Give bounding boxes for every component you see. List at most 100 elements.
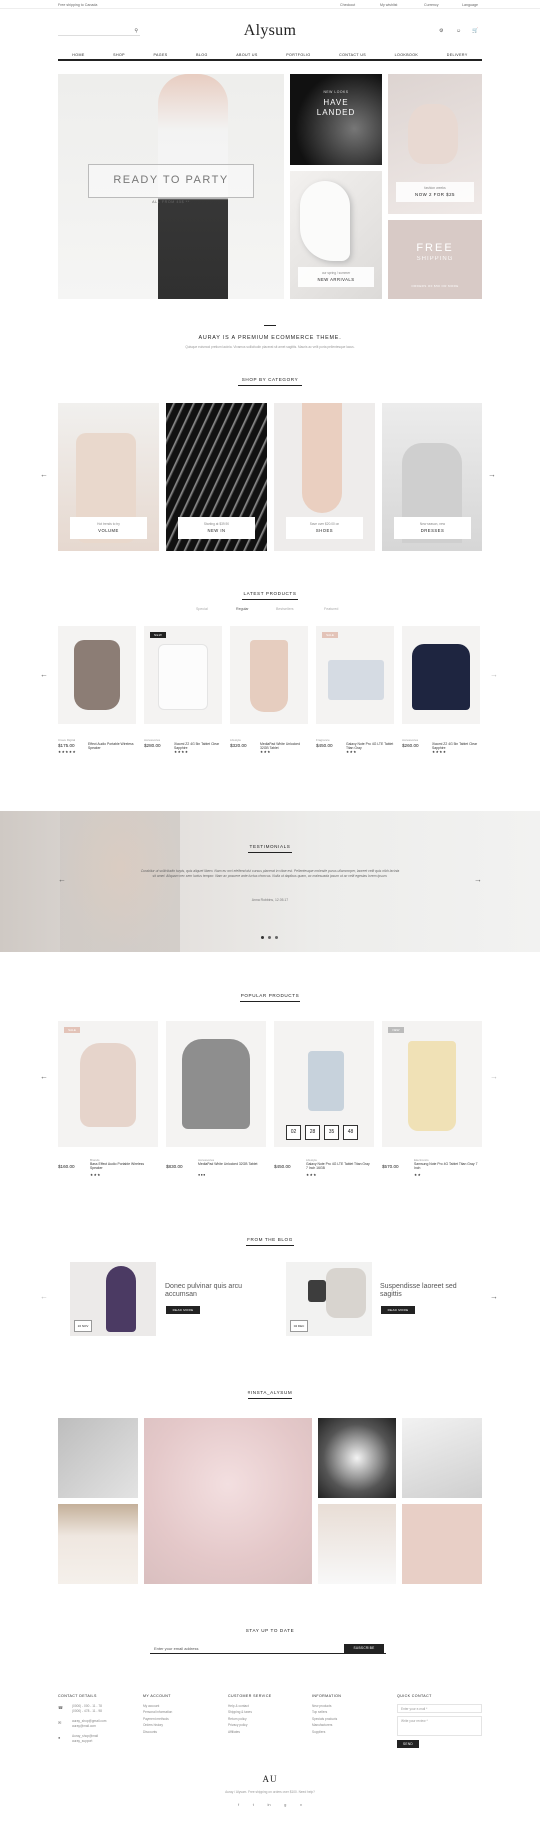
blog-section-title: FROM THE BLOG [247,1237,293,1242]
latest-next-arrow[interactable]: → [490,670,498,679]
tab-bestsellers[interactable]: Bestsellers [276,607,294,611]
shoe-image [300,181,350,261]
category-card-volume[interactable]: Hot trends to try VOLUME [58,403,159,551]
footer-logo[interactable]: AU [230,1774,310,1784]
product-name[interactable]: Bass Effect Audio Portable Wireless Spea… [90,1162,156,1170]
product-image[interactable] [316,626,394,724]
nav-lookbook[interactable]: LOOKBOOK [395,53,419,57]
category-card-new-in[interactable]: Starting at $39.90 NEW IN [166,403,267,551]
nav-delivery[interactable]: DELIVERY [447,53,468,57]
category-card-shoes[interactable]: Save over $20.00 on SHOES [274,403,375,551]
nav-blog[interactable]: BLOG [196,53,208,57]
popular-prev-arrow[interactable]: ← [40,1072,48,1081]
product-price: $280.00 [144,743,161,748]
testimonial-next-arrow[interactable]: → [474,875,482,884]
product-category: Accessories [144,738,161,742]
tab-special[interactable]: Special [196,607,208,611]
hero-main-banner[interactable]: READY TO PARTY ALL FROM 45$ ** [58,74,284,299]
latest-prev-arrow[interactable]: ← [40,670,48,679]
quick-message-input[interactable]: Write your review * [397,1716,482,1736]
product-badge-new: NEW [388,1027,404,1033]
site-logo[interactable]: Alysum [58,22,482,40]
insta-photo[interactable] [318,1418,396,1498]
product-image[interactable] [58,1021,158,1147]
linkedin-icon[interactable]: in [267,1802,270,1807]
quick-contact-title: QUICK CONTACT [397,1694,432,1698]
product-image[interactable] [58,626,136,724]
product-price: $830.00 [166,1164,183,1169]
fashion-weeks-box: fashion weeks NOW 2 FOR $25 [396,182,474,202]
email-2[interactable]: auray@mail.com [72,1723,96,1729]
product-image[interactable] [382,1021,482,1147]
hero-subtitle: ALL FROM 45$ ** [152,200,190,204]
blog-post-title[interactable]: Suspendisse laoreet sed sagittis [380,1283,462,1299]
blog-post-image[interactable]: 16 NOV [70,1262,156,1336]
footer-link[interactable]: Suppliers [312,1729,382,1735]
category-card-dresses[interactable]: New season, new DRESSES [382,403,482,551]
wishlist-link[interactable]: My wishlist [380,3,397,7]
product-name[interactable]: Effect Audio Portable Wireless Speaker [88,742,136,750]
quick-email-input[interactable]: Enter your e-mail * [397,1704,482,1713]
nav-contact[interactable]: CONTACT US [339,53,366,57]
footer-link[interactable]: Discounts [143,1729,213,1735]
user-icon[interactable]: ☺ [456,28,461,34]
testimonial-dot-3[interactable] [275,936,278,939]
latest-section-title: LATEST PRODUCTS [243,591,297,596]
google-icon[interactable]: g [284,1802,286,1807]
quick-send-button[interactable]: SEND [397,1740,419,1748]
new-arrivals-banner[interactable]: our spring / summer NEW ARRIVALS [290,171,382,299]
tab-featured[interactable]: Featured [324,607,338,611]
cart-icon[interactable]: 🛒 [472,28,478,34]
free-shipping-banner[interactable]: FREE SHIPPING ORDERS OF $50 OR MORE [388,220,482,299]
product-image[interactable] [166,1021,266,1147]
blog-post-title[interactable]: Donec pulvinar quis arcu accumsan [165,1283,247,1299]
category-prev-arrow[interactable]: ← [40,470,48,479]
testimonial-prev-arrow[interactable]: ← [58,875,66,884]
fashion-weeks-banner[interactable]: fashion weeks NOW 2 FOR $25 [388,74,482,214]
nav-home[interactable]: HOME [72,53,84,57]
social-icons: f t in g v [238,1802,302,1807]
product-rating: ★★ [414,1173,422,1177]
blog-read-more-button[interactable]: READ MORE [166,1306,200,1314]
insta-photo[interactable] [58,1418,138,1498]
vimeo-icon[interactable]: v [300,1802,302,1807]
nav-about[interactable]: ABOUT US [236,53,258,57]
language-selector[interactable]: Language [462,3,478,7]
blog-next-arrow[interactable]: → [490,1292,498,1301]
insta-photo[interactable] [402,1418,482,1498]
category-next-arrow[interactable]: → [488,470,496,479]
shipping-note: Free shipping to Canada [58,3,98,7]
tab-regular[interactable]: Regular [236,607,249,611]
footer-link[interactable]: Affiliates [228,1729,302,1735]
free-subtitle: SHIPPING [416,256,454,262]
insta-photo[interactable] [402,1504,482,1584]
nav-pages[interactable]: PAGES [153,53,167,57]
popular-next-arrow[interactable]: → [490,1072,498,1081]
product-name[interactable]: MediaPad White Unlocked 32GB Tablet [198,1162,264,1166]
phone-2: (0000) - 478 - 11 - 98 [72,1709,102,1713]
insta-photo[interactable] [58,1504,138,1584]
testimonial-dot-2[interactable] [268,936,271,939]
twitter-icon[interactable]: t [253,1802,254,1807]
product-image[interactable] [230,626,308,724]
blog-prev-arrow[interactable]: ← [40,1292,48,1301]
settings-icon[interactable]: ⚙ [439,28,443,34]
facebook-icon[interactable]: f [238,1802,239,1807]
insta-photo[interactable] [318,1504,396,1584]
nav-shop[interactable]: SHOP [113,53,125,57]
product-name[interactable]: Samsung Note Pro 4G Tablet Titan Gray 7 … [414,1162,480,1170]
new-looks-banner[interactable]: NEW LOOKS HAVE LANDED [290,74,382,165]
insta-photo-large[interactable] [144,1418,312,1584]
checkout-link[interactable]: Checkout [340,3,355,7]
product-image[interactable] [402,626,480,724]
currency-selector[interactable]: Currency [424,3,439,7]
product-image[interactable] [144,626,222,724]
testimonial-dot-1[interactable] [261,936,264,939]
product-badge-new: NEW [150,632,166,638]
blog-read-more-button[interactable]: READ MORE [381,1306,415,1314]
nav-portfolio[interactable]: PORTFOLIO [286,53,310,57]
category-section-title: SHOP BY CATEGORY [241,377,299,382]
subscribe-button[interactable]: SUBSCRIBE [344,1644,384,1653]
blog-post-image[interactable]: 04 DEC [286,1262,372,1336]
product-name[interactable]: Galaxy Note Pro 4G LTE Tablet Titan Gray… [306,1162,372,1170]
